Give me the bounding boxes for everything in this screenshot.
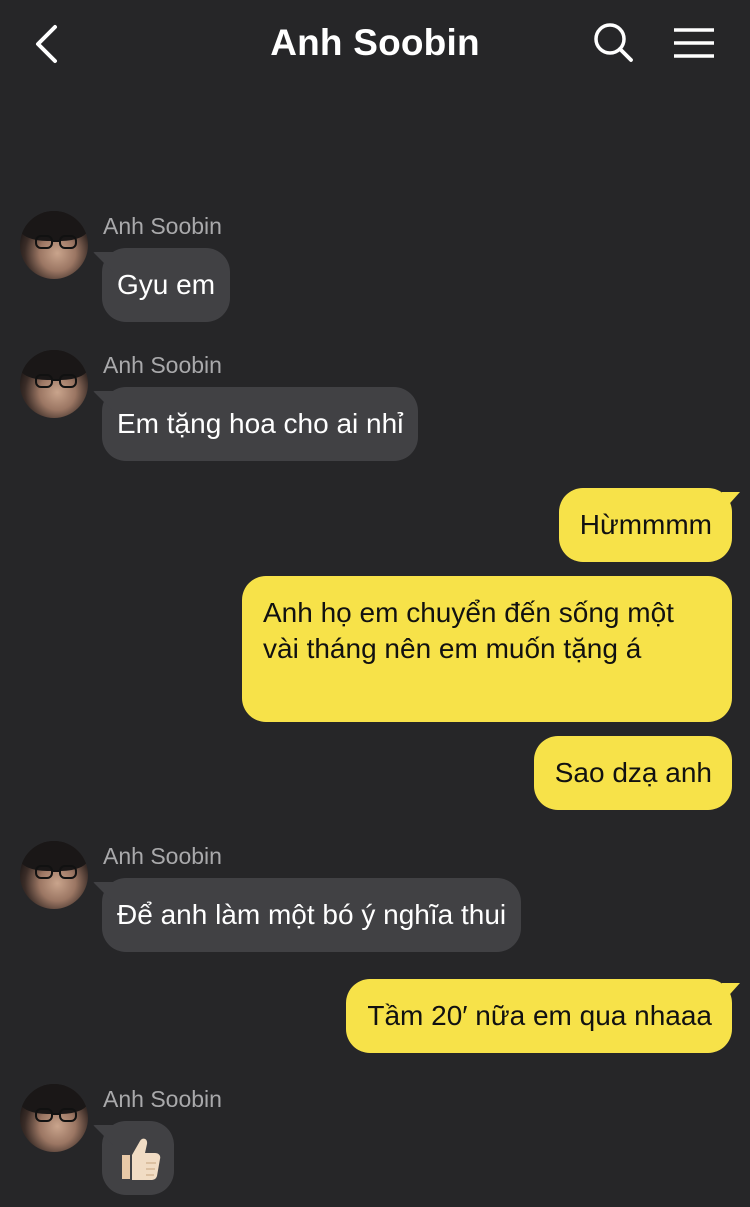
sender-name: Anh Soobin: [103, 213, 222, 239]
avatar[interactable]: [20, 211, 88, 279]
chat-title: Anh Soobin: [270, 22, 480, 63]
sender-name: Anh Soobin: [103, 1086, 222, 1112]
glasses-icon: [35, 1108, 77, 1122]
glasses-icon: [35, 374, 77, 388]
glasses-icon: [35, 865, 77, 879]
search-icon: [594, 23, 633, 62]
avatar[interactable]: [20, 350, 88, 418]
avatar[interactable]: [20, 1084, 88, 1152]
incoming-message-bubble[interactable]: Gyu em: [102, 248, 231, 322]
incoming-message-bubble[interactable]: Để anh làm một bó ý nghĩa thui: [102, 878, 522, 952]
outgoing-message-bubble[interactable]: Anh họ em chuyển đến sống một vài tháng …: [242, 576, 732, 722]
glasses-icon: [35, 235, 77, 249]
search-button[interactable]: [591, 20, 635, 64]
outgoing-message-bubble[interactable]: Hừmmmm: [558, 488, 732, 562]
sender-name: Anh Soobin: [103, 352, 222, 378]
chat-header: Anh Soobin: [0, 0, 750, 88]
menu-button[interactable]: [670, 22, 718, 66]
hamburger-menu-icon: [674, 28, 714, 58]
incoming-emoji-bubble[interactable]: 👍🏻: [102, 1121, 174, 1195]
outgoing-message-bubble[interactable]: Tầm 20′ nữa em qua nhaaa: [346, 979, 732, 1053]
incoming-message-bubble[interactable]: Em tặng hoa cho ai nhỉ: [102, 387, 419, 461]
outgoing-message-bubble[interactable]: Sao dzạ anh: [533, 736, 732, 810]
thumbs-up-icon: [122, 1138, 161, 1180]
sender-name: Anh Soobin: [103, 843, 222, 869]
avatar[interactable]: [20, 841, 88, 909]
